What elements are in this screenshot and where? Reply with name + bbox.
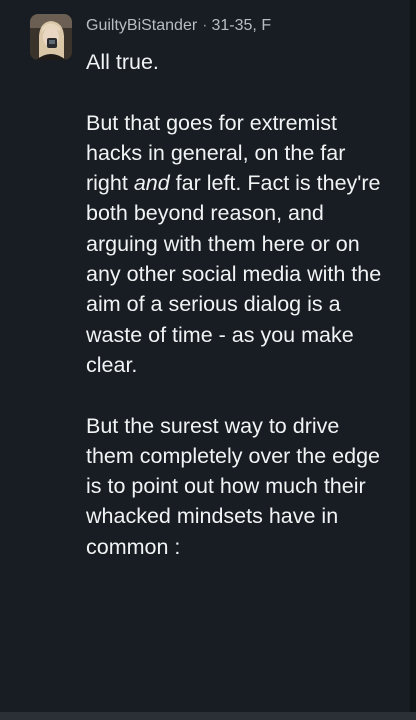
paragraph-text: far left. Fact is they're both beyond re…	[86, 171, 382, 377]
comment-paragraph-3: But the surest way to drive them complet…	[86, 411, 386, 562]
paragraph-text: But the surest way to drive them complet…	[86, 413, 380, 559]
comment-paragraph-2: But that goes for extremist hacks in gen…	[86, 108, 386, 381]
paragraph-text: All true.	[86, 50, 159, 74]
avatar[interactable]	[30, 14, 72, 60]
author-name[interactable]: GuiltyBiStander	[86, 17, 197, 34]
scrollbar-track	[410, 0, 416, 720]
comment-header: GuiltyBiStander · 31-35, F	[86, 15, 271, 37]
author-meta: 31-35, F	[211, 17, 272, 34]
meta-separator: ·	[202, 17, 208, 34]
comment-card: GuiltyBiStander · 31-35, F All true. But t…	[0, 0, 416, 720]
bottom-divider	[0, 712, 416, 720]
profile-photo-icon	[30, 14, 72, 60]
emphasized-word: and	[133, 171, 170, 196]
comment-body: All true. But that goes for extremist ha…	[86, 47, 386, 562]
comment-paragraph-1: All true.	[86, 47, 386, 77]
